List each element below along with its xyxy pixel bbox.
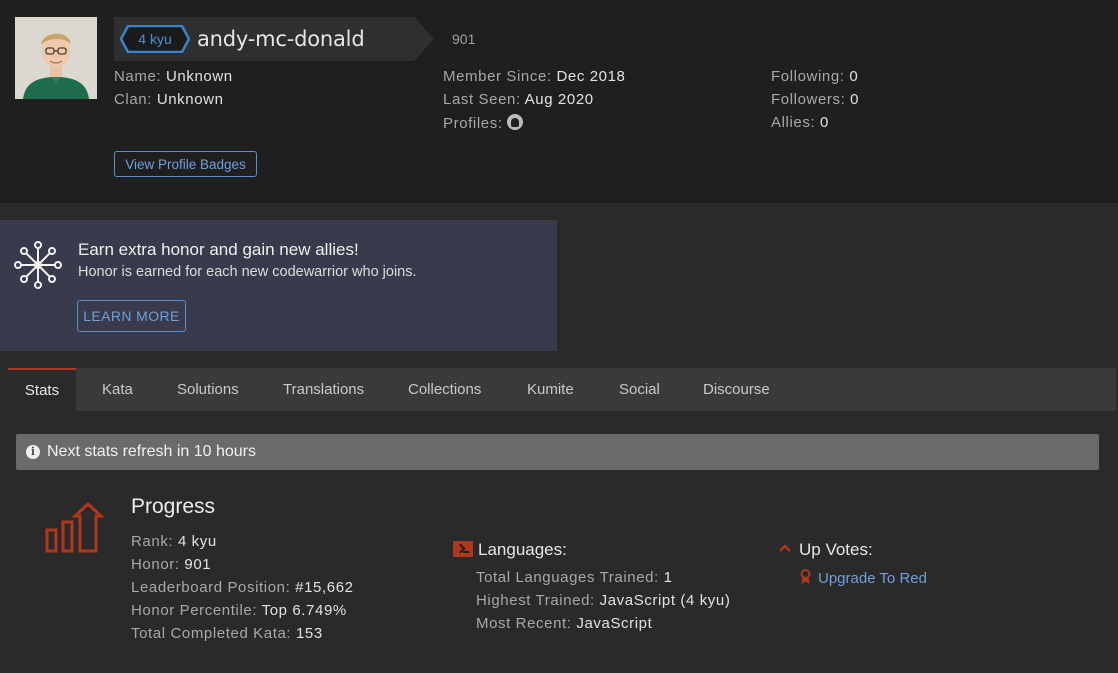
progress-title: Progress xyxy=(131,495,216,518)
tab-kata[interactable]: Kata xyxy=(102,368,133,411)
notice-text: Next stats refresh in 10 hours xyxy=(47,443,256,460)
following-field[interactable]: Following: 0 xyxy=(771,68,858,85)
tab-solutions[interactable]: Solutions xyxy=(177,368,239,411)
avatar[interactable] xyxy=(15,17,97,99)
followers-field[interactable]: Followers: 0 xyxy=(771,91,859,108)
upvotes-title: Up Votes: xyxy=(799,540,873,559)
member-since-field: Member Since: Dec 2018 xyxy=(443,68,626,85)
stats-refresh-notice: i Next stats refresh in 10 hours xyxy=(16,434,1099,470)
invite-subtitle: Honor is earned for each new codewarrior… xyxy=(78,264,417,280)
progress-completed-kata: Total Completed Kata: 153 xyxy=(131,625,323,642)
languages-highest: Highest Trained: JavaScript (4 kyu) xyxy=(476,592,731,609)
languages-most-recent: Most Recent: JavaScript xyxy=(476,615,653,632)
chevron-up-icon xyxy=(779,544,791,552)
github-icon[interactable] xyxy=(506,114,523,130)
progress-leaderboard: Leaderboard Position: #15,662 xyxy=(131,579,354,596)
learn-more-button[interactable]: LEARN MORE xyxy=(77,300,186,332)
rank-label: 4 kyu xyxy=(138,31,172,47)
progress-honor: Honor: 901 xyxy=(131,556,212,573)
tab-translations[interactable]: Translations xyxy=(283,368,364,411)
languages-title: Languages: xyxy=(478,540,567,559)
tab-social[interactable]: Social xyxy=(619,368,660,411)
tab-discourse[interactable]: Discourse xyxy=(703,368,770,411)
upgrade-to-red-link[interactable]: Upgrade To Red xyxy=(818,570,927,587)
progress-chart-icon xyxy=(45,502,104,553)
progress-percentile: Honor Percentile: Top 6.749% xyxy=(131,602,347,619)
tab-kumite[interactable]: Kumite xyxy=(527,368,574,411)
network-icon xyxy=(14,241,62,289)
progress-rank: Rank: 4 kyu xyxy=(131,533,217,550)
clan-field: Clan: Unknown xyxy=(114,91,224,108)
tab-collections[interactable]: Collections xyxy=(408,368,481,411)
languages-total: Total Languages Trained: 1 xyxy=(476,569,673,586)
allies-field[interactable]: Allies: 0 xyxy=(771,114,829,131)
rank-badge: 4 kyu xyxy=(120,25,190,53)
tab-stats[interactable]: Stats xyxy=(8,368,76,411)
ribbon-icon xyxy=(800,569,811,584)
username: andy-mc-donald xyxy=(197,27,365,51)
terminal-icon xyxy=(453,541,473,557)
view-profile-badges-button[interactable]: View Profile Badges xyxy=(114,151,257,177)
profiles-field: Profiles: xyxy=(443,114,523,132)
profile-tabs: Stats Kata Solutions Translations Collec… xyxy=(8,368,1116,411)
info-icon: i xyxy=(26,445,40,459)
last-seen-field: Last Seen: Aug 2020 xyxy=(443,91,594,108)
invite-title: Earn extra honor and gain new allies! xyxy=(78,240,359,259)
name-field: Name: Unknown xyxy=(114,68,233,85)
honor-count: 901 xyxy=(452,31,476,47)
